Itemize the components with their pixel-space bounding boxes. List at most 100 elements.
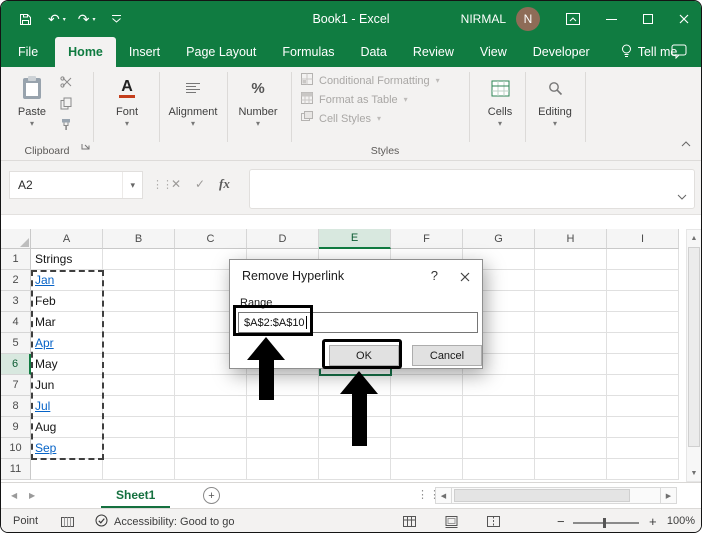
cell[interactable] [103,354,175,375]
name-box-dropdown-icon[interactable]: ▾ [122,172,142,198]
tab-insert[interactable]: Insert [116,37,173,67]
formula-input[interactable] [249,169,695,209]
cell[interactable] [607,459,679,480]
tab-view[interactable]: View [467,37,520,67]
cell[interactable] [607,249,679,270]
row-header-11[interactable]: 11 [1,459,31,480]
row-header-7[interactable]: 7 [1,375,31,396]
row-header-2[interactable]: 2 [1,270,31,291]
horizontal-scrollbar[interactable]: ◀ ▶ [435,487,677,504]
scroll-down-icon[interactable]: ▼ [687,465,701,481]
cut-icon[interactable] [57,75,75,89]
new-sheet-button[interactable]: + [203,487,220,504]
horizontal-scrollbar-track[interactable] [452,487,660,504]
dialog-close-icon[interactable] [460,269,470,287]
tab-page-layout[interactable]: Page Layout [173,37,269,67]
cell[interactable] [607,270,679,291]
cell[interactable] [607,291,679,312]
cell[interactable] [247,459,319,480]
close-icon[interactable] [679,14,689,24]
column-header-I[interactable]: I [607,229,679,249]
undo-icon[interactable]: ↶ [48,12,60,26]
cell[interactable] [535,291,607,312]
row-header-4[interactable]: 4 [1,312,31,333]
page-break-preview-icon[interactable] [487,516,500,530]
collapse-ribbon-icon[interactable] [681,134,691,152]
row-header-9[interactable]: 9 [1,417,31,438]
cell-A11[interactable] [31,459,103,480]
cell-A10[interactable]: Sep [31,438,103,459]
row-header-6[interactable]: 6 [1,354,31,375]
undo-dropdown-icon[interactable]: ▾ [63,16,66,23]
formula-bar-drag-handle[interactable]: ⋮⋮ [152,178,173,191]
column-header-A[interactable]: A [31,229,103,249]
cell[interactable] [463,459,535,480]
cell[interactable] [391,459,463,480]
editing-group-button[interactable]: Editing ▾ [529,72,581,146]
minimize-icon[interactable] [606,18,617,20]
clipboard-dialog-launcher-icon[interactable] [81,137,90,155]
scroll-left-icon[interactable]: ◀ [435,487,452,504]
column-header-B[interactable]: B [103,229,175,249]
cell[interactable] [103,270,175,291]
cell[interactable] [607,396,679,417]
zoom-slider[interactable] [573,518,639,528]
cell[interactable] [391,375,463,396]
cell[interactable] [535,417,607,438]
user-name[interactable]: NIRMAL [461,12,506,26]
customize-quick-access-toolbar-icon[interactable] [111,15,121,23]
cell[interactable] [103,333,175,354]
select-all-corner[interactable] [1,229,31,249]
cell-A3[interactable]: Feb [31,291,103,312]
cell[interactable] [463,375,535,396]
cell[interactable] [607,417,679,438]
tab-file[interactable]: File [1,37,55,67]
cell[interactable] [535,249,607,270]
cell[interactable] [103,249,175,270]
row-header-3[interactable]: 3 [1,291,31,312]
zoom-in-button[interactable]: + [649,514,657,529]
maximize-icon[interactable] [643,14,653,24]
cell[interactable] [535,354,607,375]
dialog-help-button[interactable]: ? [431,268,438,283]
column-header-E[interactable]: E [319,229,391,249]
cell[interactable] [391,417,463,438]
cell-A8[interactable]: Jul [31,396,103,417]
cell[interactable] [607,312,679,333]
cell[interactable] [103,375,175,396]
cell[interactable] [535,312,607,333]
cell[interactable] [175,396,247,417]
redo-icon[interactable]: ↷ [78,12,90,26]
format-painter-icon[interactable] [57,117,75,131]
zoom-out-button[interactable]: − [557,514,565,529]
alignment-group-button[interactable]: Alignment ▾ [165,72,221,146]
horizontal-scrollbar-thumb[interactable] [454,489,630,502]
conditional-formatting-button[interactable]: Conditional Formatting ▾ [301,71,469,90]
cell[interactable] [247,417,319,438]
tab-formulas[interactable]: Formulas [269,37,347,67]
name-box[interactable]: A2 ▾ [9,171,143,199]
scroll-up-icon[interactable]: ▲ [687,230,701,246]
cell[interactable] [607,333,679,354]
cell-styles-button[interactable]: Cell Styles ▾ [301,109,469,128]
ribbon-display-options-icon[interactable] [566,13,580,25]
row-header-5[interactable]: 5 [1,333,31,354]
sheet-tab-sheet1[interactable]: Sheet1 [101,483,171,508]
tell-me[interactable]: Tell me [621,37,677,67]
cell[interactable] [175,438,247,459]
tab-home[interactable]: Home [55,37,116,67]
normal-view-icon[interactable] [403,516,416,530]
column-header-G[interactable]: G [463,229,535,249]
cell[interactable] [607,438,679,459]
copy-icon[interactable] [57,96,75,110]
cell-A6[interactable]: May [31,354,103,375]
vertical-scrollbar[interactable]: ▲ ▼ [686,229,701,482]
cell-A5[interactable]: Apr [31,333,103,354]
save-icon[interactable] [19,13,32,26]
tab-review[interactable]: Review [400,37,467,67]
cell[interactable] [607,375,679,396]
paste-button[interactable]: Paste ▾ [9,72,55,146]
cell[interactable] [535,333,607,354]
font-group-button[interactable]: A Font ▾ [103,72,151,146]
row-header-10[interactable]: 10 [1,438,31,459]
